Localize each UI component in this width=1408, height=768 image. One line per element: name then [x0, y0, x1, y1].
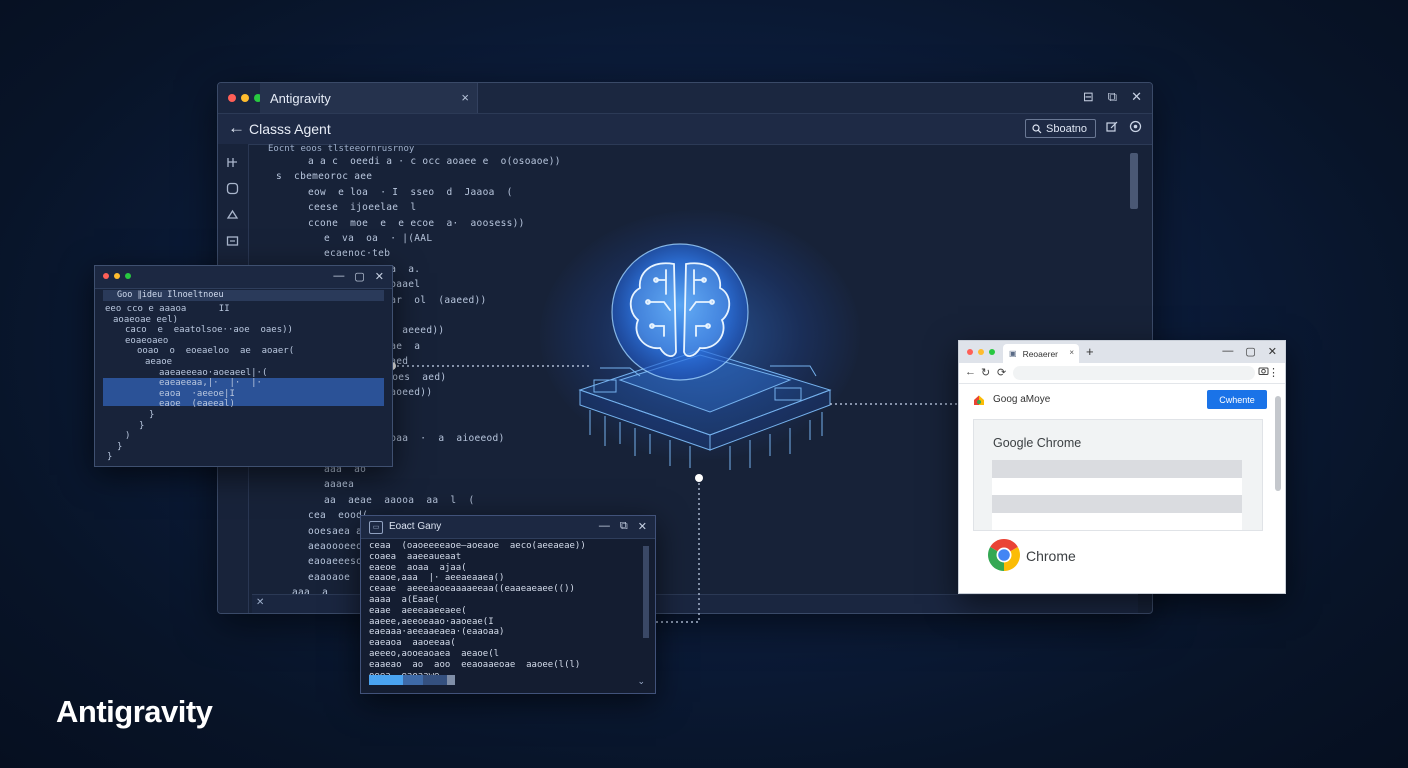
- code-line: ): [125, 431, 131, 442]
- code-line: }: [139, 420, 145, 431]
- chrome-tab[interactable]: ▣ Reoaerer ×: [1003, 344, 1079, 363]
- terminal-line: eaaoe,aaa |· aeeaeaaea(): [369, 573, 505, 584]
- primary-action-button[interactable]: Cwhente: [1207, 390, 1267, 409]
- code-line: eaoa ·aeeoe|I: [159, 388, 235, 399]
- terminal-window-controls: — ⧉ ✕: [599, 520, 647, 533]
- placeholder-row: [992, 478, 1242, 495]
- home-icon[interactable]: [973, 394, 985, 406]
- terminal-line: eaeoe aoaa ajaa(: [369, 562, 467, 573]
- chrome-logo-icon: [988, 539, 1020, 571]
- terminal-line: coaea aaeeaueaat: [369, 551, 462, 562]
- code-line: aeaoe: [145, 357, 173, 367]
- code-line: aaeaeeeao·aoeaeel|·(: [159, 367, 268, 378]
- terminal-line: eaaeao ao aoo eeaoaaeoae aaoee(l(l): [369, 659, 581, 670]
- close-dot-icon[interactable]: [967, 349, 973, 355]
- code-line: eeo cco e aaaoa II: [105, 304, 230, 314]
- chrome-tab-strip: ▣ Reoaerer × + — ▢ ✕: [959, 341, 1285, 363]
- code-popup-window[interactable]: — ▢ ✕ Goo ∥ideu Ilnoeltnoeu eeo cco e aa…: [94, 265, 393, 467]
- popup-title-bar: — ▢ ✕: [95, 266, 392, 289]
- terminal-dropdown-icon[interactable]: ⌄: [637, 676, 645, 687]
- minimize-icon[interactable]: —: [1222, 345, 1233, 358]
- new-tab-icon[interactable]: +: [1086, 344, 1094, 359]
- code-line: aoaeoae eel): [113, 314, 179, 325]
- chrome-tab-label: Reoaerer: [1022, 348, 1058, 359]
- code-line: eaeaeeaa,|· |· |·: [159, 378, 262, 389]
- refresh-icon[interactable]: ⟳: [997, 366, 1006, 379]
- maximize-icon[interactable]: ▢: [1245, 345, 1255, 358]
- terminal-line: eaeaoa aaoeeaa(: [369, 638, 456, 649]
- terminal-line: aaaa a(Eaae(: [369, 595, 440, 605]
- minimize-dot-icon[interactable]: [978, 349, 984, 355]
- placeholder-row: [992, 460, 1242, 478]
- terminal-title-bar: ▭ Eoact Gany — ⧉ ✕: [361, 516, 655, 539]
- terminal-line: ceaae aeeeaaoeaaaaeeaa((eaaeaeaee(()): [369, 584, 575, 595]
- close-icon[interactable]: ✕: [1268, 345, 1277, 358]
- placeholder-row: [992, 495, 1242, 513]
- site-name: Goog aMoye: [993, 394, 1051, 405]
- back-icon[interactable]: ←: [965, 366, 976, 378]
- terminal-line: aeeeo,aooeaoaea aeaoe(l: [369, 649, 500, 659]
- maximize-icon[interactable]: ▢: [354, 270, 364, 283]
- terminal-line: eaeaaa·aeeaaeaea·(eaaoaa): [369, 627, 505, 638]
- tab-favicon-icon: ▣: [1009, 349, 1017, 358]
- address-bar[interactable]: [1013, 366, 1255, 380]
- brand-wordmark: Antigravity: [56, 694, 213, 729]
- maximize-dot-icon[interactable]: [989, 349, 995, 355]
- minimize-dot-icon[interactable]: [114, 273, 120, 279]
- terminal-line: eaae aeeeaaeeaee(: [369, 605, 467, 616]
- minimize-icon[interactable]: —: [333, 270, 344, 283]
- maximize-dot-icon[interactable]: [125, 273, 131, 279]
- chrome-window-controls: — ▢ ✕: [1222, 345, 1277, 358]
- close-icon[interactable]: ✕: [375, 270, 384, 283]
- popup-header: Goo ∥ideu Ilnoeltnoeu: [103, 290, 384, 301]
- code-line: eaoe (eaeeal): [159, 399, 235, 410]
- menu-icon[interactable]: ⋮: [1268, 366, 1279, 379]
- reload-icon[interactable]: ↻: [981, 366, 990, 379]
- popup-window-controls: — ▢ ✕: [333, 270, 384, 283]
- chrome-scrollbar[interactable]: [1275, 396, 1281, 491]
- code-line: }: [107, 452, 113, 463]
- card-title: Google Chrome: [993, 436, 1082, 450]
- chrome-browser-window[interactable]: ▣ Reoaerer × + — ▢ ✕ ← ↻ ⟳ ⋮ Goog aMoye …: [958, 340, 1286, 594]
- placeholder-row: [992, 513, 1242, 530]
- code-line: ooao o eoeaeloo ae aoaer(: [137, 346, 295, 357]
- restore-icon[interactable]: ⧉: [620, 520, 628, 533]
- terminal-line: aaeee,aeeoeaao·aaoeae(I: [369, 616, 494, 627]
- chrome-nav-bar: ← ↻ ⟳ ⋮: [959, 363, 1285, 384]
- terminal-progress-bar: [369, 675, 455, 685]
- code-line: }: [117, 441, 123, 452]
- terminal-line: ceaa (oaoeeeeaoe–aoeaoe aeco(aeeaeae)): [369, 541, 586, 551]
- product-name: Chrome: [1026, 548, 1076, 564]
- close-icon[interactable]: ✕: [638, 520, 647, 533]
- traffic-lights: [967, 349, 995, 355]
- terminal-icon: ▭: [369, 521, 383, 534]
- content-card: Google Chrome: [973, 419, 1263, 531]
- code-line: }: [149, 410, 155, 420]
- chrome-page: Goog aMoye Cwhente Google Chrome Chrome: [959, 384, 1285, 593]
- terminal-scrollbar[interactable]: [643, 546, 649, 638]
- code-line: eoaeoaeo: [125, 335, 169, 346]
- terminal-window[interactable]: ▭ Eoact Gany — ⧉ ✕ ceaa (oaoeeeeaoe–aoea…: [360, 515, 656, 694]
- code-line: caco e eaatolsoe··aoe oaes)): [125, 325, 293, 336]
- minimize-icon[interactable]: —: [599, 520, 610, 533]
- close-dot-icon[interactable]: [103, 273, 109, 279]
- traffic-lights: [103, 273, 131, 279]
- terminal-title: Eoact Gany: [389, 521, 442, 532]
- tab-close-icon[interactable]: ×: [1069, 348, 1074, 357]
